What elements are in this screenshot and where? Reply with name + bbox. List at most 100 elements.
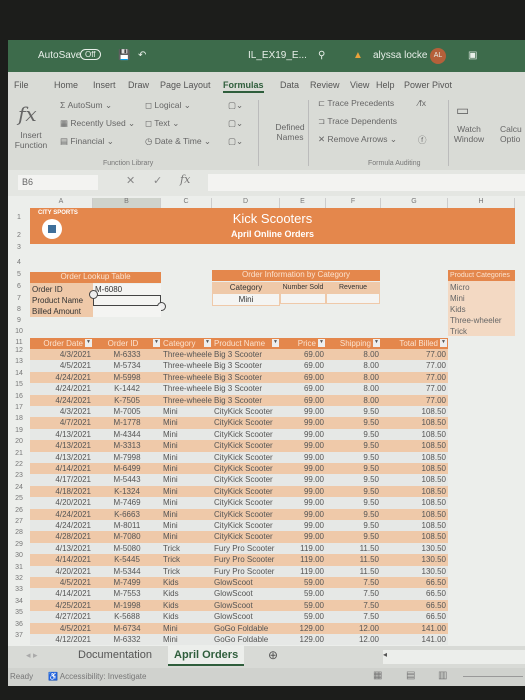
column-header-shipping[interactable]: Shipping — [326, 338, 373, 349]
row-header[interactable]: 5 — [8, 271, 30, 278]
table-cell[interactable]: 108.50 — [381, 486, 448, 497]
show-formulas-icon[interactable]: ⁄fx — [418, 98, 426, 108]
row-header[interactable]: 29 — [8, 541, 30, 548]
table-cell[interactable]: 108.50 — [381, 463, 448, 474]
table-cell[interactable]: Mini — [161, 463, 212, 474]
table-cell[interactable]: 99.00 — [280, 452, 326, 463]
autosum-button[interactable]: Σ AutoSum ⌄ — [60, 100, 112, 111]
table-cell[interactable]: 8.00 — [326, 360, 381, 371]
fx-icon[interactable]: fx — [180, 173, 190, 186]
table-cell[interactable]: M-1998 — [93, 600, 161, 611]
table-cell[interactable]: Mini — [161, 634, 212, 645]
sheet-tab-documentation[interactable]: Documentation — [78, 649, 152, 661]
trace-precedents-button[interactable]: ⊏ Trace Precedents — [318, 98, 394, 109]
table-cell[interactable]: 119.00 — [280, 543, 326, 554]
table-cell[interactable]: 8.00 — [326, 349, 381, 360]
table-cell[interactable]: Trick — [161, 543, 212, 554]
add-sheet-icon[interactable]: ⊕ — [268, 648, 278, 662]
row-header[interactable]: 12 — [8, 347, 30, 354]
table-cell[interactable]: 4/13/2021 — [30, 440, 93, 451]
table-cell[interactable]: 108.50 — [381, 531, 448, 542]
table-cell[interactable]: Trick — [161, 554, 212, 565]
table-cell[interactable]: Fury Pro Scooter — [212, 543, 280, 554]
table-cell[interactable]: M-7998 — [93, 452, 161, 463]
filter-dropdown-icon[interactable]: ▼ — [318, 339, 325, 347]
table-cell[interactable]: 9.50 — [326, 463, 381, 474]
table-cell[interactable]: GlowScoot — [212, 600, 280, 611]
revenue-cell[interactable] — [326, 293, 380, 304]
table-cell[interactable]: K-1324 — [93, 486, 161, 497]
tab-formulas[interactable]: Formulas — [223, 80, 264, 93]
calculation-options-button[interactable]: Calcu Optio — [500, 124, 525, 144]
column-header-C[interactable]: C — [161, 198, 212, 208]
category-input[interactable]: Mini — [212, 293, 280, 306]
filter-dropdown-icon[interactable]: ▼ — [373, 339, 380, 347]
table-cell[interactable]: M-1778 — [93, 417, 161, 428]
row-header[interactable]: 9 — [8, 317, 30, 324]
table-cell[interactable]: 77.00 — [381, 383, 448, 394]
tab-draw[interactable]: Draw — [128, 80, 149, 90]
table-cell[interactable]: Big 3 Scooter — [212, 383, 280, 394]
table-cell[interactable]: 4/27/2021 — [30, 611, 93, 622]
row-header[interactable]: 21 — [8, 450, 30, 457]
worksheet-grid[interactable]: CITY SPORTS Kick Scooters April Online O… — [8, 196, 525, 646]
save-icon[interactable]: 💾 — [118, 50, 130, 61]
table-cell[interactable]: M-5344 — [93, 566, 161, 577]
table-cell[interactable]: CityKick Scooter — [212, 463, 280, 474]
undo-icon[interactable]: ↶ — [138, 50, 146, 61]
table-cell[interactable]: 99.00 — [280, 463, 326, 474]
table-cell[interactable]: Mini — [161, 531, 212, 542]
row-header[interactable]: 26 — [8, 507, 30, 514]
table-cell[interactable]: CityKick Scooter — [212, 452, 280, 463]
column-header-order-date[interactable]: Order Date — [30, 338, 85, 349]
table-cell[interactable]: Mini — [161, 623, 212, 634]
product-name-cell-selected[interactable] — [93, 295, 161, 306]
row-header[interactable]: 11 — [8, 339, 30, 346]
table-cell[interactable]: CityKick Scooter — [212, 440, 280, 451]
row-header[interactable]: 2 — [8, 232, 30, 239]
column-header-order-id[interactable]: Order ID — [93, 338, 153, 349]
table-cell[interactable]: 108.50 — [381, 497, 448, 508]
zoom-slider[interactable] — [463, 676, 523, 677]
row-header[interactable]: 32 — [8, 575, 30, 582]
table-cell[interactable]: GoGo Foldable — [212, 623, 280, 634]
column-header-D[interactable]: D — [212, 198, 280, 208]
text-button[interactable]: ◻ Text ⌄ — [145, 118, 179, 129]
table-cell[interactable]: M-6332 — [93, 634, 161, 645]
filter-dropdown-icon[interactable]: ▼ — [153, 339, 160, 347]
table-cell[interactable]: M-5080 — [93, 543, 161, 554]
table-cell[interactable]: 4/24/2021 — [30, 372, 93, 383]
row-header[interactable]: 10 — [8, 328, 30, 335]
table-cell[interactable]: 7.50 — [326, 577, 381, 588]
table-cell[interactable]: 4/13/2021 — [30, 543, 93, 554]
table-cell[interactable]: 4/20/2021 — [30, 497, 93, 508]
table-cell[interactable]: 99.00 — [280, 474, 326, 485]
row-header[interactable]: 1 — [8, 214, 30, 221]
search-icon[interactable]: ⚲ — [318, 50, 325, 61]
defined-names-button[interactable]: Defined Names — [270, 122, 310, 142]
table-cell[interactable]: 99.00 — [280, 417, 326, 428]
table-cell[interactable]: Three-wheeler — [161, 360, 212, 371]
table-cell[interactable]: CityKick Scooter — [212, 520, 280, 531]
table-cell[interactable]: 69.00 — [280, 349, 326, 360]
row-header[interactable]: 27 — [8, 518, 30, 525]
table-cell[interactable]: 9.50 — [326, 429, 381, 440]
enter-icon[interactable]: ✓ — [153, 174, 162, 187]
date-time-button[interactable]: ◷ Date & Time ⌄ — [145, 136, 211, 147]
watch-window-button[interactable]: Watch Window — [452, 124, 486, 144]
table-cell[interactable]: Fury Pro Scooter — [212, 566, 280, 577]
formula-input[interactable] — [208, 174, 525, 191]
table-cell[interactable]: Trick — [161, 566, 212, 577]
table-cell[interactable]: 4/24/2021 — [30, 383, 93, 394]
column-header-category[interactable]: Category — [161, 338, 204, 349]
row-header[interactable]: 28 — [8, 529, 30, 536]
insert-function-button[interactable]: Insert Function — [14, 130, 48, 150]
filter-dropdown-icon[interactable]: ▼ — [204, 339, 211, 347]
table-cell[interactable]: CityKick Scooter — [212, 531, 280, 542]
table-cell[interactable]: Three-wheeler — [161, 349, 212, 360]
table-cell[interactable]: M-8011 — [93, 520, 161, 531]
table-cell[interactable]: 4/3/2021 — [30, 406, 93, 417]
table-cell[interactable]: K-1442 — [93, 383, 161, 394]
table-cell[interactable]: 69.00 — [280, 395, 326, 406]
table-cell[interactable]: M-7553 — [93, 588, 161, 599]
